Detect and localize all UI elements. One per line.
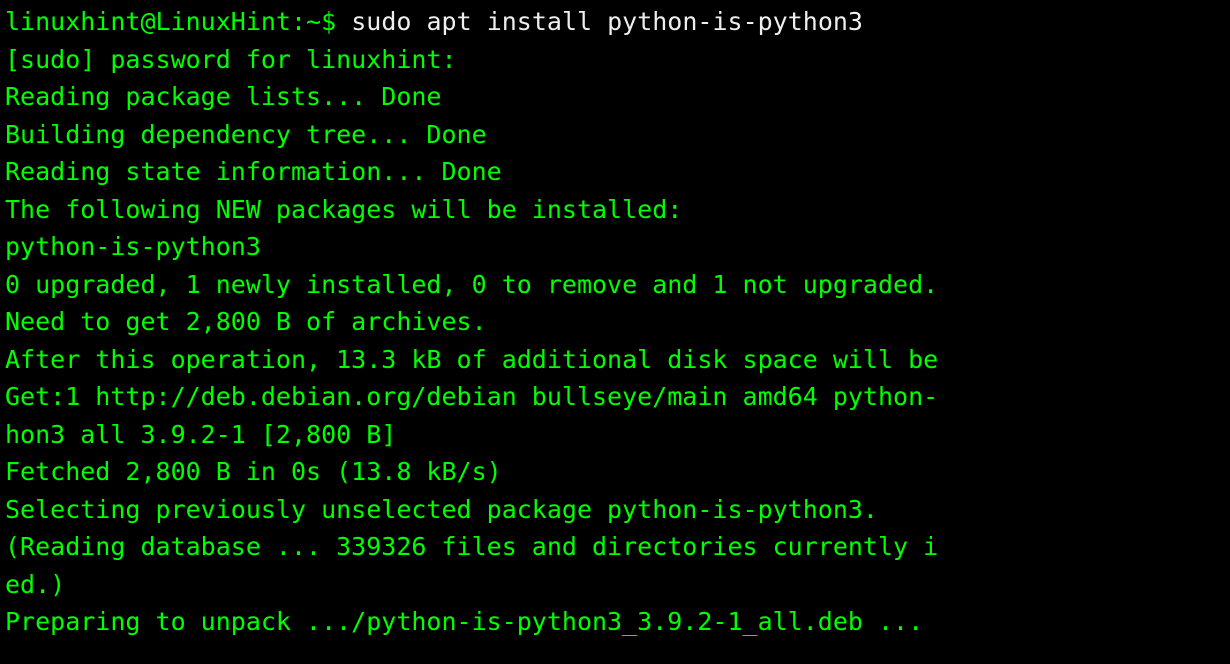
terminal-output-line: hon3 all 3.9.2-1 [2,800 B]	[5, 416, 1225, 454]
terminal-output-line: Fetched 2,800 B in 0s (13.8 kB/s)	[5, 453, 1225, 491]
terminal-output-line: Building dependency tree... Done	[5, 116, 1225, 154]
terminal-output-line: After this operation, 13.3 kB of additio…	[5, 341, 1225, 379]
prompt-user-host: linuxhint@LinuxHint	[5, 7, 291, 36]
terminal-output-line: Reading state information... Done	[5, 153, 1225, 191]
terminal-output-line: 0 upgraded, 1 newly installed, 0 to remo…	[5, 266, 1225, 304]
terminal-output-line: python-is-python3	[5, 228, 1225, 266]
terminal-output-line: [sudo] password for linuxhint:	[5, 41, 1225, 79]
terminal-command: sudo apt install python-is-python3	[336, 7, 863, 36]
prompt-path: ~	[306, 7, 321, 36]
prompt-symbol: $	[321, 7, 336, 36]
terminal-output-line: Need to get 2,800 B of archives.	[5, 303, 1225, 341]
prompt-separator: :	[291, 7, 306, 36]
terminal-output-line: Get:1 http://deb.debian.org/debian bulls…	[5, 378, 1225, 416]
terminal-output-line: Reading package lists... Done	[5, 78, 1225, 116]
terminal-output-line: Preparing to unpack .../python-is-python…	[5, 603, 1225, 641]
terminal-output-line: Selecting previously unselected package …	[5, 491, 1225, 529]
terminal-output-line: (Reading database ... 339326 files and d…	[5, 528, 1225, 566]
terminal-output-line: The following NEW packages will be insta…	[5, 191, 1225, 229]
terminal-prompt-line[interactable]: linuxhint@LinuxHint:~$ sudo apt install …	[5, 3, 1225, 41]
terminal-output-line: ed.)	[5, 566, 1225, 604]
